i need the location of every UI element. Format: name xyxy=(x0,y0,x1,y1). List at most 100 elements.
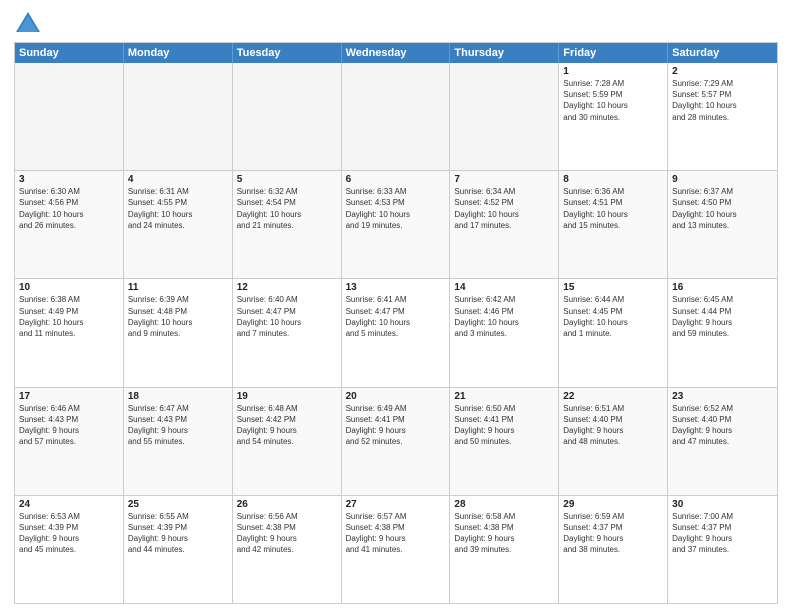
calendar-cell: 18Sunrise: 6:47 AM Sunset: 4:43 PM Dayli… xyxy=(124,388,233,495)
calendar-cell: 24Sunrise: 6:53 AM Sunset: 4:39 PM Dayli… xyxy=(15,496,124,603)
calendar-cell: 8Sunrise: 6:36 AM Sunset: 4:51 PM Daylig… xyxy=(559,171,668,278)
day-number: 12 xyxy=(237,282,337,293)
calendar-cell: 12Sunrise: 6:40 AM Sunset: 4:47 PM Dayli… xyxy=(233,279,342,386)
day-info: Sunrise: 6:31 AM Sunset: 4:55 PM Dayligh… xyxy=(128,186,228,231)
day-info: Sunrise: 6:56 AM Sunset: 4:38 PM Dayligh… xyxy=(237,511,337,556)
day-number: 26 xyxy=(237,499,337,510)
day-number: 15 xyxy=(563,282,663,293)
day-number: 1 xyxy=(563,66,663,77)
calendar-cell xyxy=(342,63,451,170)
logo-icon xyxy=(14,10,42,38)
calendar-header-monday: Monday xyxy=(124,43,233,63)
day-info: Sunrise: 6:36 AM Sunset: 4:51 PM Dayligh… xyxy=(563,186,663,231)
day-info: Sunrise: 7:28 AM Sunset: 5:59 PM Dayligh… xyxy=(563,78,663,123)
day-info: Sunrise: 6:51 AM Sunset: 4:40 PM Dayligh… xyxy=(563,403,663,448)
day-number: 14 xyxy=(454,282,554,293)
calendar-cell: 10Sunrise: 6:38 AM Sunset: 4:49 PM Dayli… xyxy=(15,279,124,386)
day-info: Sunrise: 6:48 AM Sunset: 4:42 PM Dayligh… xyxy=(237,403,337,448)
day-info: Sunrise: 6:55 AM Sunset: 4:39 PM Dayligh… xyxy=(128,511,228,556)
day-number: 2 xyxy=(672,66,773,77)
calendar-row-2: 3Sunrise: 6:30 AM Sunset: 4:56 PM Daylig… xyxy=(15,170,777,278)
calendar-header-tuesday: Tuesday xyxy=(233,43,342,63)
calendar-header-wednesday: Wednesday xyxy=(342,43,451,63)
day-info: Sunrise: 6:32 AM Sunset: 4:54 PM Dayligh… xyxy=(237,186,337,231)
day-info: Sunrise: 6:39 AM Sunset: 4:48 PM Dayligh… xyxy=(128,294,228,339)
day-number: 22 xyxy=(563,391,663,402)
calendar-cell: 13Sunrise: 6:41 AM Sunset: 4:47 PM Dayli… xyxy=(342,279,451,386)
calendar-body: 1Sunrise: 7:28 AM Sunset: 5:59 PM Daylig… xyxy=(15,63,777,603)
day-number: 7 xyxy=(454,174,554,185)
day-info: Sunrise: 6:59 AM Sunset: 4:37 PM Dayligh… xyxy=(563,511,663,556)
day-info: Sunrise: 6:44 AM Sunset: 4:45 PM Dayligh… xyxy=(563,294,663,339)
day-number: 18 xyxy=(128,391,228,402)
day-info: Sunrise: 6:41 AM Sunset: 4:47 PM Dayligh… xyxy=(346,294,446,339)
calendar-cell: 27Sunrise: 6:57 AM Sunset: 4:38 PM Dayli… xyxy=(342,496,451,603)
day-info: Sunrise: 6:38 AM Sunset: 4:49 PM Dayligh… xyxy=(19,294,119,339)
day-info: Sunrise: 6:58 AM Sunset: 4:38 PM Dayligh… xyxy=(454,511,554,556)
day-number: 10 xyxy=(19,282,119,293)
calendar-cell: 26Sunrise: 6:56 AM Sunset: 4:38 PM Dayli… xyxy=(233,496,342,603)
calendar-header-friday: Friday xyxy=(559,43,668,63)
day-number: 19 xyxy=(237,391,337,402)
day-info: Sunrise: 6:47 AM Sunset: 4:43 PM Dayligh… xyxy=(128,403,228,448)
day-info: Sunrise: 7:29 AM Sunset: 5:57 PM Dayligh… xyxy=(672,78,773,123)
calendar-cell xyxy=(124,63,233,170)
calendar-cell: 29Sunrise: 6:59 AM Sunset: 4:37 PM Dayli… xyxy=(559,496,668,603)
calendar-cell: 1Sunrise: 7:28 AM Sunset: 5:59 PM Daylig… xyxy=(559,63,668,170)
day-number: 24 xyxy=(19,499,119,510)
calendar-cell: 23Sunrise: 6:52 AM Sunset: 4:40 PM Dayli… xyxy=(668,388,777,495)
day-number: 16 xyxy=(672,282,773,293)
day-info: Sunrise: 6:30 AM Sunset: 4:56 PM Dayligh… xyxy=(19,186,119,231)
calendar-cell: 25Sunrise: 6:55 AM Sunset: 4:39 PM Dayli… xyxy=(124,496,233,603)
calendar-cell: 7Sunrise: 6:34 AM Sunset: 4:52 PM Daylig… xyxy=(450,171,559,278)
calendar-cell: 22Sunrise: 6:51 AM Sunset: 4:40 PM Dayli… xyxy=(559,388,668,495)
calendar-cell: 3Sunrise: 6:30 AM Sunset: 4:56 PM Daylig… xyxy=(15,171,124,278)
day-number: 29 xyxy=(563,499,663,510)
page: SundayMondayTuesdayWednesdayThursdayFrid… xyxy=(0,0,792,612)
day-number: 28 xyxy=(454,499,554,510)
calendar-header-thursday: Thursday xyxy=(450,43,559,63)
day-number: 11 xyxy=(128,282,228,293)
calendar-cell: 16Sunrise: 6:45 AM Sunset: 4:44 PM Dayli… xyxy=(668,279,777,386)
calendar-cell: 15Sunrise: 6:44 AM Sunset: 4:45 PM Dayli… xyxy=(559,279,668,386)
day-number: 23 xyxy=(672,391,773,402)
calendar-cell: 21Sunrise: 6:50 AM Sunset: 4:41 PM Dayli… xyxy=(450,388,559,495)
calendar-cell: 5Sunrise: 6:32 AM Sunset: 4:54 PM Daylig… xyxy=(233,171,342,278)
calendar-row-3: 10Sunrise: 6:38 AM Sunset: 4:49 PM Dayli… xyxy=(15,278,777,386)
day-info: Sunrise: 6:50 AM Sunset: 4:41 PM Dayligh… xyxy=(454,403,554,448)
calendar-cell: 28Sunrise: 6:58 AM Sunset: 4:38 PM Dayli… xyxy=(450,496,559,603)
calendar: SundayMondayTuesdayWednesdayThursdayFrid… xyxy=(14,42,778,604)
calendar-cell: 19Sunrise: 6:48 AM Sunset: 4:42 PM Dayli… xyxy=(233,388,342,495)
calendar-cell xyxy=(233,63,342,170)
calendar-cell: 30Sunrise: 7:00 AM Sunset: 4:37 PM Dayli… xyxy=(668,496,777,603)
day-info: Sunrise: 6:57 AM Sunset: 4:38 PM Dayligh… xyxy=(346,511,446,556)
day-number: 3 xyxy=(19,174,119,185)
calendar-cell: 2Sunrise: 7:29 AM Sunset: 5:57 PM Daylig… xyxy=(668,63,777,170)
calendar-cell xyxy=(450,63,559,170)
day-info: Sunrise: 6:40 AM Sunset: 4:47 PM Dayligh… xyxy=(237,294,337,339)
day-info: Sunrise: 6:33 AM Sunset: 4:53 PM Dayligh… xyxy=(346,186,446,231)
day-number: 8 xyxy=(563,174,663,185)
day-info: Sunrise: 6:45 AM Sunset: 4:44 PM Dayligh… xyxy=(672,294,773,339)
day-info: Sunrise: 6:46 AM Sunset: 4:43 PM Dayligh… xyxy=(19,403,119,448)
calendar-cell: 4Sunrise: 6:31 AM Sunset: 4:55 PM Daylig… xyxy=(124,171,233,278)
calendar-cell xyxy=(15,63,124,170)
day-number: 6 xyxy=(346,174,446,185)
day-number: 21 xyxy=(454,391,554,402)
header xyxy=(14,10,778,38)
day-info: Sunrise: 6:42 AM Sunset: 4:46 PM Dayligh… xyxy=(454,294,554,339)
day-info: Sunrise: 6:49 AM Sunset: 4:41 PM Dayligh… xyxy=(346,403,446,448)
calendar-header: SundayMondayTuesdayWednesdayThursdayFrid… xyxy=(15,43,777,63)
day-number: 9 xyxy=(672,174,773,185)
day-number: 20 xyxy=(346,391,446,402)
day-info: Sunrise: 6:53 AM Sunset: 4:39 PM Dayligh… xyxy=(19,511,119,556)
calendar-cell: 9Sunrise: 6:37 AM Sunset: 4:50 PM Daylig… xyxy=(668,171,777,278)
calendar-cell: 11Sunrise: 6:39 AM Sunset: 4:48 PM Dayli… xyxy=(124,279,233,386)
day-info: Sunrise: 6:52 AM Sunset: 4:40 PM Dayligh… xyxy=(672,403,773,448)
calendar-cell: 14Sunrise: 6:42 AM Sunset: 4:46 PM Dayli… xyxy=(450,279,559,386)
calendar-row-4: 17Sunrise: 6:46 AM Sunset: 4:43 PM Dayli… xyxy=(15,387,777,495)
day-number: 30 xyxy=(672,499,773,510)
day-info: Sunrise: 6:34 AM Sunset: 4:52 PM Dayligh… xyxy=(454,186,554,231)
day-number: 5 xyxy=(237,174,337,185)
calendar-row-5: 24Sunrise: 6:53 AM Sunset: 4:39 PM Dayli… xyxy=(15,495,777,603)
